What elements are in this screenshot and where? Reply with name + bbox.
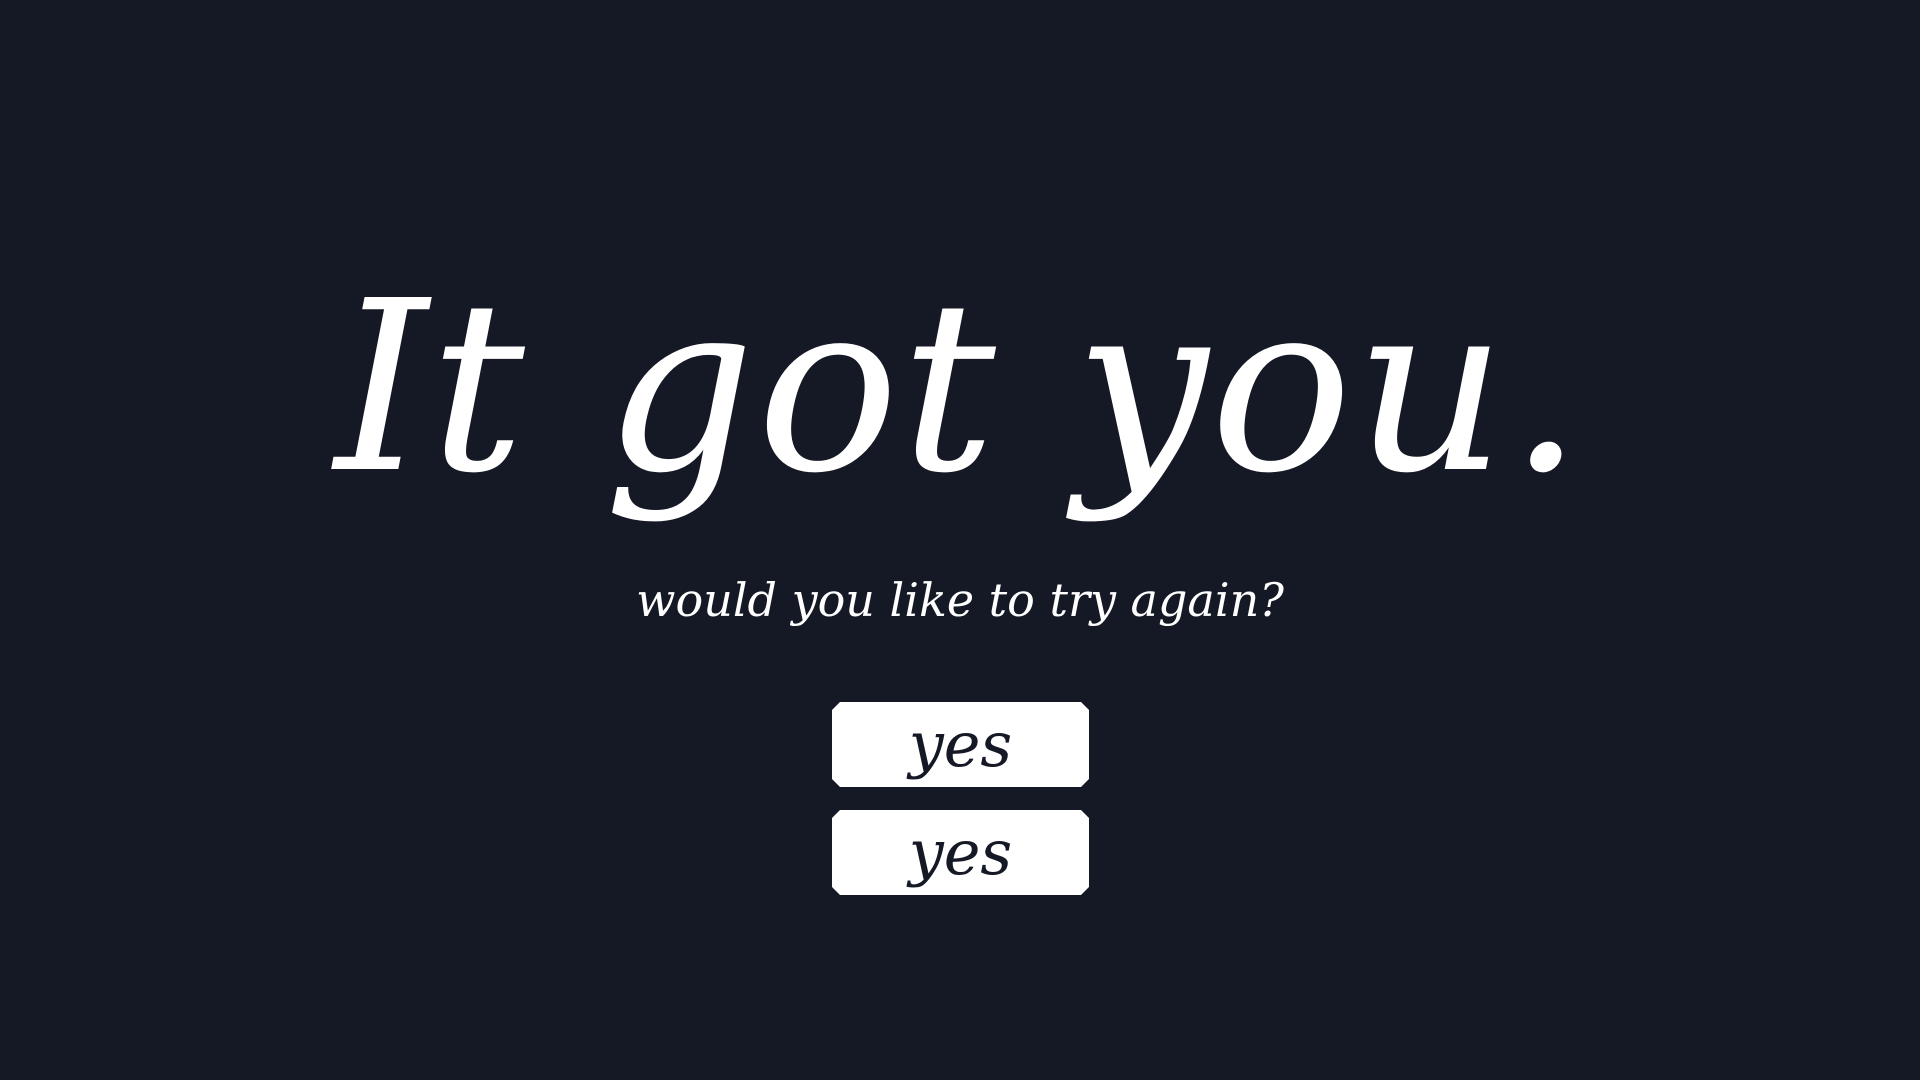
retry-yes-button-2[interactable]: yes	[832, 810, 1089, 895]
game-over-screen: It got you. would you like to try again?…	[0, 0, 1920, 1080]
game-over-title: It got you.	[334, 250, 1586, 525]
retry-yes-button-1[interactable]: yes	[832, 702, 1089, 787]
retry-prompt: would you like to try again?	[636, 573, 1284, 627]
